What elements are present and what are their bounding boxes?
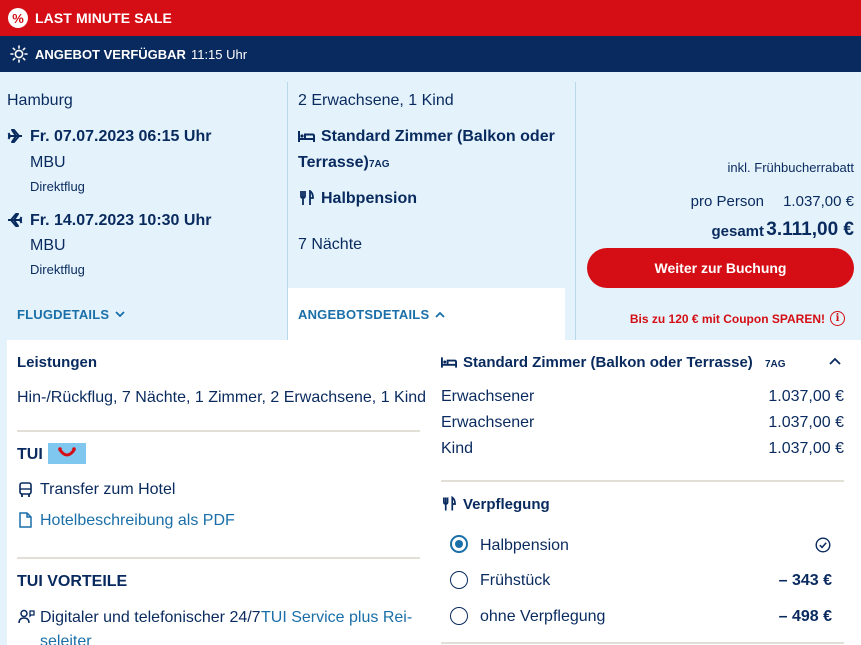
- check-circle-icon: [815, 537, 831, 553]
- plane-return-icon: [8, 213, 23, 227]
- board-option-price: – 343 €: [778, 572, 832, 589]
- brand-name: TUI: [17, 446, 43, 463]
- return-flight-type: Direktflug: [30, 262, 85, 277]
- service-link[interactable]: TUI Service plus Rei-: [261, 609, 412, 627]
- last-minute-banner: % LAST MINUTE SALE: [0, 0, 861, 36]
- early-booking-note: inkl. Frühbucherrabatt: [727, 160, 854, 175]
- outbound-airport: MBU: [30, 154, 66, 171]
- departure-city: Hamburg: [7, 92, 73, 109]
- flight-summary: [0, 72, 287, 342]
- bed-icon: [441, 357, 457, 368]
- offer-details-link[interactable]: ANGEBOTSDETAILS: [298, 307, 445, 322]
- board-options-title: Verpflegung: [463, 496, 550, 513]
- info-icon[interactable]: i: [830, 311, 845, 326]
- bed-icon: [298, 131, 315, 142]
- offer-details-label: ANGEBOTSDETAILS: [298, 307, 430, 322]
- return-airport: MBU: [30, 237, 66, 254]
- travellers: 2 Erwachsene, 1 Kind: [298, 92, 454, 109]
- divider: [17, 430, 420, 432]
- sun-icon: [10, 45, 28, 63]
- room-name-line1: Standard Zimmer (Balkon oder: [321, 128, 555, 145]
- total-label: gesamt: [711, 223, 764, 240]
- sale-label: LAST MINUTE SALE: [35, 10, 172, 26]
- divider: [441, 642, 844, 644]
- board-option-label[interactable]: ohne Verpflegung: [480, 608, 605, 626]
- per-person-price: 1.037,00 €: [783, 193, 854, 210]
- board-option-label[interactable]: Frühstück: [480, 572, 550, 590]
- availability-time: 11:15 Uhr: [190, 46, 248, 62]
- cutlery-icon: [443, 496, 456, 511]
- price-row-value: 1.037,00 €: [768, 440, 844, 457]
- room-name-line2: Terrasse): [298, 154, 369, 171]
- hotel-pdf-link[interactable]: Hotelbeschreibung als PDF: [40, 512, 235, 530]
- room-code: 7AG: [369, 159, 390, 170]
- nights: 7 Nächte: [298, 236, 363, 253]
- outbound-flight-type: Direktflug: [30, 179, 85, 194]
- flight-details-label: FLUGDETAILS: [17, 307, 110, 322]
- price-row-value: 1.037,00 €: [768, 414, 844, 431]
- price-row-label: Kind: [441, 440, 474, 457]
- per-person-label: pro Person: [690, 193, 764, 210]
- outbound-date: Fr. 07.07.2023 06:15 Uhr: [30, 128, 212, 145]
- chevron-up-icon[interactable]: [829, 357, 841, 365]
- coupon-text: Bis zu 120 € mit Coupon SPAREN!: [629, 311, 825, 326]
- cutlery-icon: [300, 190, 314, 205]
- availability-banner: ANGEBOT VERFÜGBAR 11:15 Uhr: [0, 36, 861, 72]
- divider: [441, 480, 844, 482]
- room-breakdown-title: Standard Zimmer (Balkon oder Terrasse): [463, 354, 753, 371]
- tui-logo: [48, 443, 86, 464]
- availability-label: ANGEBOT VERFÜGBAR: [35, 46, 186, 62]
- service-agent-icon: [18, 609, 35, 624]
- radio-halbpension[interactable]: [450, 535, 468, 553]
- advantages-title: TUI VORTEILE: [17, 573, 128, 590]
- continue-booking-button[interactable]: Weiter zur Buchung: [587, 248, 854, 288]
- bus-icon: [19, 482, 32, 497]
- divider: [17, 557, 420, 559]
- board-option-label[interactable]: Halbpension: [480, 537, 569, 555]
- document-icon: [19, 512, 32, 528]
- transfer-text: Transfer zum Hotel: [40, 481, 176, 498]
- chevron-down-icon: [115, 311, 125, 318]
- radio-ohne-verpflegung[interactable]: [450, 607, 468, 625]
- board-type: Halbpension: [321, 190, 418, 207]
- price-row-value: 1.037,00 €: [768, 388, 844, 405]
- room-breakdown-code: 7AG: [765, 359, 786, 370]
- service-link-cont[interactable]: seleiter: [40, 633, 92, 645]
- advantage-text: Digitaler und telefonischer 24/7: [40, 609, 261, 626]
- services-title: Leistungen: [17, 354, 98, 371]
- flight-details-link[interactable]: FLUGDETAILS: [17, 307, 125, 322]
- plane-departure-icon: [7, 129, 22, 143]
- price-row-label: Erwachsener: [441, 388, 535, 405]
- price-row-label: Erwachsener: [441, 414, 535, 431]
- return-date: Fr. 14.07.2023 10:30 Uhr: [30, 212, 212, 229]
- chevron-up-icon: [435, 311, 445, 318]
- total-price: 3.111,00 €: [766, 219, 854, 240]
- radio-fruehstueck[interactable]: [450, 571, 468, 589]
- percent-icon: %: [8, 8, 28, 28]
- board-option-price: – 498 €: [778, 608, 832, 625]
- coupon-link[interactable]: Bis zu 120 € mit Coupon SPAREN! i: [630, 311, 845, 326]
- services-text: Hin-/Rückflug, 7 Nächte, 1 Zimmer, 2 Erw…: [17, 389, 427, 406]
